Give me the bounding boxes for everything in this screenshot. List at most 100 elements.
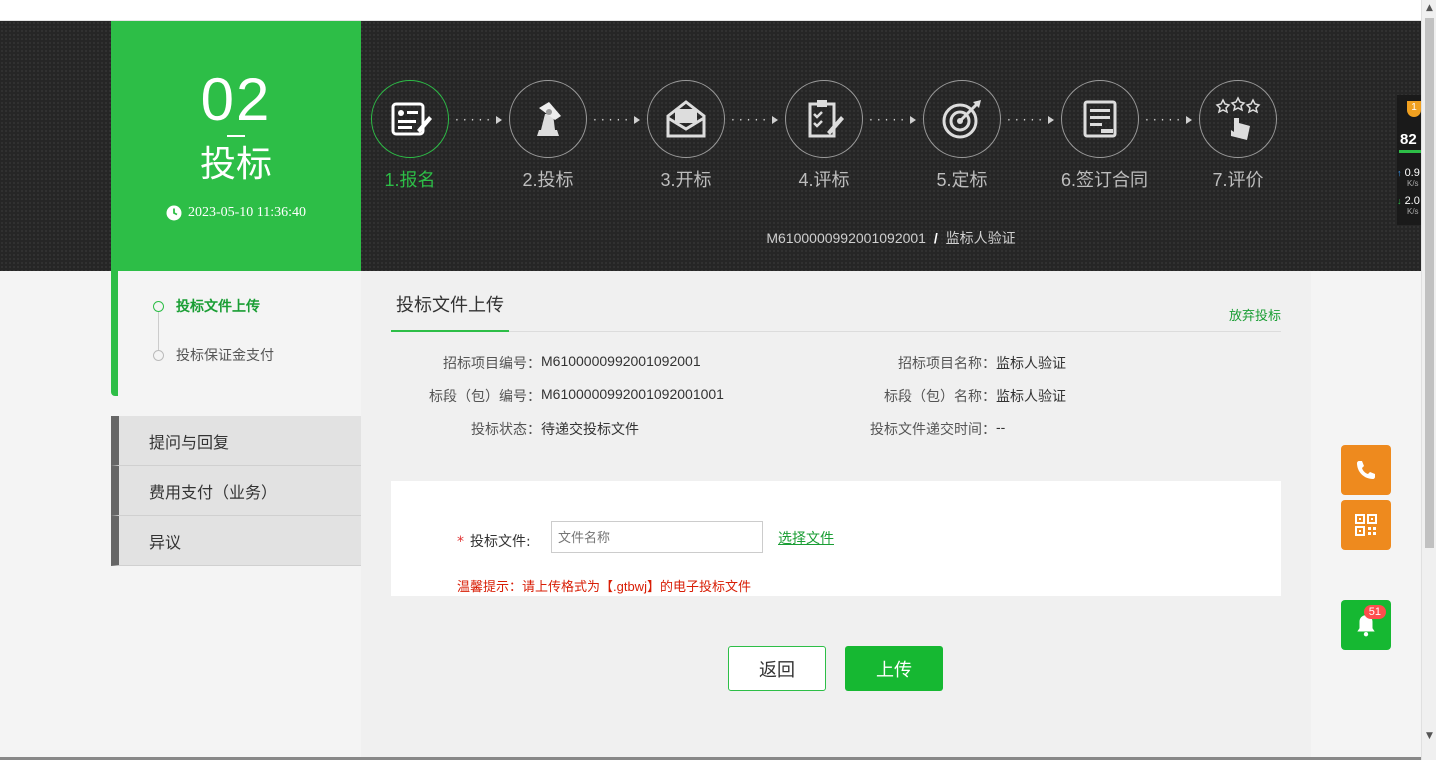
choose-file-link[interactable]: 选择文件: [778, 528, 834, 548]
step-connector: ·····: [1145, 114, 1193, 126]
step-label: 3.开标: [660, 170, 712, 190]
step-connector: ·····: [731, 114, 779, 126]
qrcode-button[interactable]: [1341, 500, 1391, 550]
step-circle: [509, 80, 587, 158]
bid-status-value: 待递交投标文件: [541, 421, 639, 437]
arrow-down-icon: ↓: [1397, 196, 1402, 206]
stage-time-text: 2023-05-10 11:36:40: [187, 205, 307, 220]
stage-panel: 02 投标 2023-05-10 11:36:40: [111, 21, 361, 271]
phone-button[interactable]: [1341, 445, 1391, 495]
subnav-item-upload[interactable]: 投标文件上传: [153, 296, 260, 316]
project-code-value: M6100000992001092001: [541, 353, 701, 369]
step-circle: [1061, 80, 1139, 158]
tab-upload[interactable]: 投标文件上传: [391, 291, 509, 332]
subnav-item-label: 投标文件上传: [176, 299, 260, 315]
step-connector: ·····: [455, 114, 503, 126]
step-connector: ·····: [593, 114, 641, 126]
info-cell: 投标文件递交时间： --: [836, 419, 1281, 452]
project-code-label: 招标项目编号：: [443, 355, 541, 371]
step-circle: [371, 80, 449, 158]
subnav-item-label: 投标保证金支付: [176, 348, 274, 364]
stage-name: 投标: [199, 144, 272, 185]
bid-status-label: 投标状态：: [471, 421, 541, 437]
project-info: 招标项目编号： M6100000992001092001 招标项目名称： 监标人…: [391, 353, 1281, 452]
menu-item-qa[interactable]: 提问与回复: [111, 416, 361, 466]
info-cell: 标段（包）名称： 监标人验证: [836, 386, 1281, 419]
sub-step-dot: [153, 349, 164, 361]
step-label: 1.报名: [384, 170, 436, 190]
step-award[interactable]: 5.定标: [923, 80, 1001, 192]
upload-field-label: * 投标文件:: [457, 531, 531, 551]
submit-time-value: --: [996, 419, 1006, 435]
scroll-up-icon[interactable]: ▲: [1422, 0, 1436, 16]
info-cell: 标段（包）编号： M6100000992001092001001: [391, 386, 836, 419]
sub-step-nav: 投标文件上传 投标保证金支付: [111, 271, 361, 396]
project-name-label: 招标项目名称：: [898, 355, 996, 371]
step-bid[interactable]: 2.投标: [509, 80, 587, 192]
project-name-value: 监标人验证: [996, 355, 1066, 371]
signup-icon: [391, 102, 432, 136]
top-strip: [0, 0, 1421, 21]
step-label: 7.评价: [1212, 170, 1264, 190]
sub-step-dot: [153, 300, 164, 312]
tab-bar: 投标文件上传 放弃投标: [391, 291, 1281, 332]
step-circle: [923, 80, 1001, 158]
step-evaluate[interactable]: 4.评标: [785, 80, 863, 192]
speed-unit: K/s: [1407, 207, 1419, 216]
info-cell: 招标项目名称： 监标人验证: [836, 353, 1281, 386]
subnav-item-deposit[interactable]: 投标保证金支付: [153, 345, 274, 365]
step-open[interactable]: 3.开标: [647, 80, 725, 192]
scrollbar-thumb[interactable]: [1425, 18, 1434, 548]
submit-time-label: 投标文件递交时间：: [870, 421, 996, 437]
clock-icon: [166, 205, 182, 221]
upload-panel: * 投标文件: 选择文件 温馨提示：请上传格式为【.gtbwj】的电子投标文件: [391, 481, 1281, 596]
section-name-value: 监标人验证: [996, 388, 1066, 404]
step-circle: [1199, 80, 1277, 158]
menu-item-payment[interactable]: 费用支付（业务）: [111, 466, 361, 516]
scroll-down-icon[interactable]: ▼: [1422, 728, 1436, 744]
monitor-bar: [1399, 150, 1421, 153]
menu-item-objection[interactable]: 异议: [111, 516, 361, 566]
shield-icon: 1: [1407, 101, 1421, 117]
step-connector: ·····: [1007, 114, 1055, 126]
step-label: 4.评标: [798, 170, 850, 190]
open-envelope-icon: [666, 100, 706, 138]
step-label: 6.签订合同: [1061, 170, 1149, 190]
notification-button[interactable]: 51: [1341, 600, 1391, 650]
info-row: 标段（包）编号： M6100000992001092001001 标段（包）名称…: [391, 386, 1281, 419]
step-rating[interactable]: 7.评价: [1199, 80, 1277, 192]
rating-icon: [1215, 96, 1261, 140]
phone-icon: [1357, 461, 1375, 479]
stage-time: 2023-05-10 11:36:40: [111, 205, 361, 221]
section-code-value: M6100000992001092001001: [541, 386, 724, 402]
arrow-up-icon: ↑: [1397, 168, 1402, 178]
step-connector: ·····: [869, 114, 917, 126]
clipboard-icon: [808, 100, 844, 138]
back-button[interactable]: 返回: [728, 646, 826, 691]
breadcrumb-name: 监标人验证: [945, 230, 1016, 246]
upload-speed-value: 0.9: [1404, 167, 1420, 179]
download-speed-value: 2.0: [1404, 195, 1420, 207]
step-contract[interactable]: 6.签订合同: [1061, 80, 1149, 192]
step-circle: [647, 80, 725, 158]
stage-number: 02: [200, 66, 272, 133]
upload-label-text: 投标文件:: [470, 534, 531, 550]
step-label: 5.定标: [936, 170, 988, 190]
monitor-score: 82: [1400, 131, 1417, 148]
side-menu: 提问与回复 费用支付（业务） 异议: [111, 416, 361, 566]
page-scrollbar[interactable]: ▲ ▼: [1421, 0, 1436, 760]
breadcrumb-separator: /: [933, 230, 938, 246]
step-signup[interactable]: 1.报名: [371, 80, 449, 192]
step-circle: [785, 80, 863, 158]
qrcode-icon: [1355, 514, 1377, 536]
info-row: 投标状态： 待递交投标文件 投标文件递交时间： --: [391, 419, 1281, 452]
upload-speed: ↑ 0.9 K/s: [1397, 167, 1420, 188]
file-name-input[interactable]: [551, 521, 763, 553]
upload-button[interactable]: 上传: [845, 646, 943, 691]
abandon-bid-link[interactable]: 放弃投标: [1229, 305, 1281, 324]
required-mark: *: [457, 534, 464, 550]
process-steps: 1.报名 ····· 2.投标 ····· 3.开标 ····· 4.评标 ··…: [371, 80, 1291, 200]
notification-badge: 51: [1363, 605, 1386, 619]
section-code-label: 标段（包）编号：: [429, 388, 541, 404]
contract-icon: [1083, 100, 1117, 138]
